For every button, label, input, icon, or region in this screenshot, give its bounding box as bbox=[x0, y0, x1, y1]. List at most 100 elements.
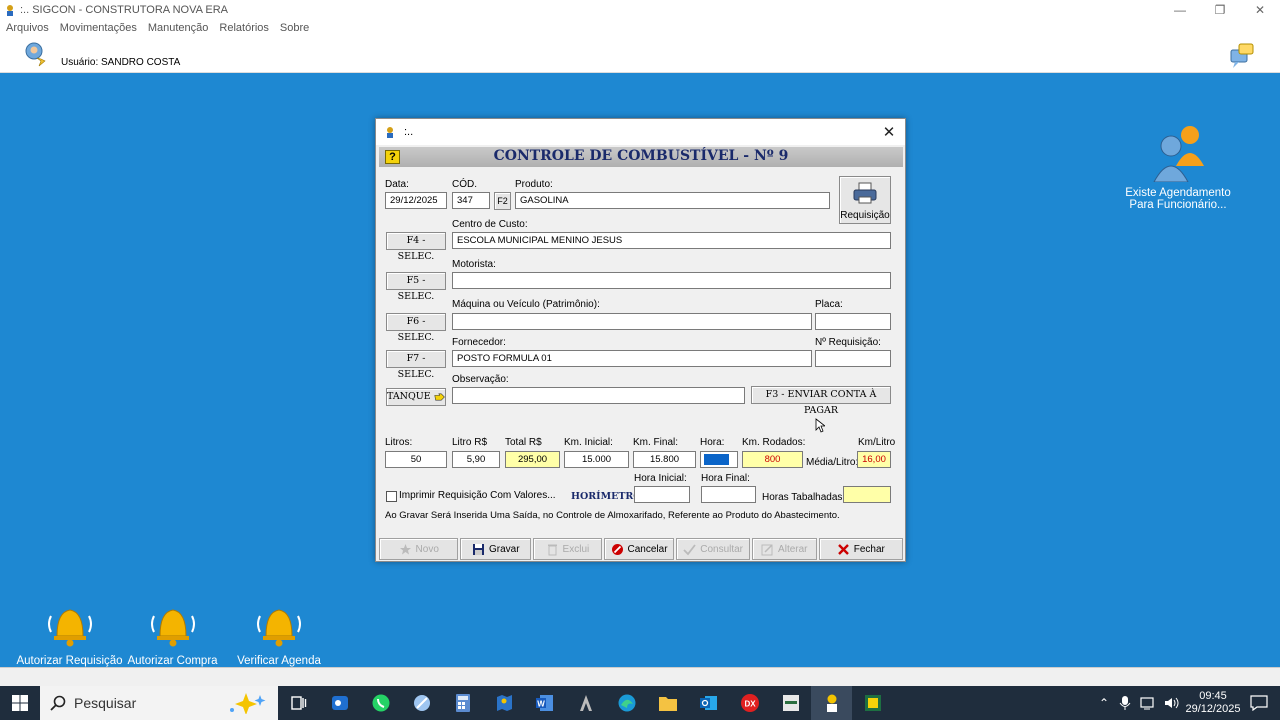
start-button[interactable] bbox=[0, 686, 40, 720]
hora-final-field[interactable] bbox=[701, 486, 756, 503]
f6-select-button[interactable]: F6 - SELEC. bbox=[386, 313, 446, 343]
km-final-field[interactable]: 15.800 bbox=[633, 451, 696, 468]
imprimir-checkbox[interactable] bbox=[386, 491, 397, 502]
maquina-field[interactable] bbox=[452, 313, 812, 330]
menu-sobre[interactable]: Sobre bbox=[280, 22, 309, 34]
dx-app-icon[interactable]: DX bbox=[729, 686, 770, 720]
produto-field[interactable]: GASOLINA bbox=[515, 192, 830, 209]
cancelar-button[interactable]: Cancelar bbox=[603, 538, 675, 560]
km-inicial-field[interactable]: 15.000 bbox=[564, 451, 629, 468]
requisicao-button[interactable]: Requisição bbox=[839, 176, 891, 224]
app-titlebar: :.. SIGCON - CONSTRUTORA NOVA ERA — ❐ ✕ bbox=[0, 0, 1280, 19]
windows-icon bbox=[12, 695, 28, 711]
shortcut-verificar-agenda[interactable]: Verificar Agenda bbox=[234, 602, 324, 667]
menu-manutencao[interactable]: Manutenção bbox=[148, 22, 209, 34]
microphone-icon[interactable] bbox=[1118, 695, 1132, 711]
alterar-label: Alterar bbox=[778, 543, 808, 555]
svg-text:DX: DX bbox=[744, 700, 756, 709]
horas-tabalhadas-field bbox=[843, 486, 891, 503]
shortcut-autorizar-compra[interactable]: Autorizar Compra bbox=[125, 602, 220, 667]
f5-select-button[interactable]: F5 - SELEC. bbox=[386, 272, 446, 302]
close-window-icon[interactable]: ✕ bbox=[1240, 0, 1280, 19]
clock[interactable]: 09:45 29/12/2025 bbox=[1184, 690, 1242, 716]
excel-app-icon[interactable] bbox=[852, 686, 893, 720]
dialog-close-icon[interactable]: ✕ bbox=[881, 123, 897, 141]
shortcut-autorizar-requisicao[interactable]: Autorizar Requisição bbox=[16, 602, 123, 667]
task-view-icon[interactable] bbox=[278, 686, 319, 720]
search-placeholder: Pesquisar bbox=[74, 695, 137, 711]
app-icon bbox=[387, 127, 393, 138]
hora-inicial-field[interactable] bbox=[634, 486, 690, 503]
menu-relatorios[interactable]: Relatórios bbox=[219, 22, 269, 34]
centro-custo-field[interactable]: ESCOLA MUNICIPAL MENINO JESUS bbox=[452, 232, 891, 249]
svg-text:W: W bbox=[537, 700, 545, 709]
motorista-field[interactable] bbox=[452, 272, 891, 289]
nr-requisicao-field[interactable] bbox=[815, 350, 891, 367]
placa-field[interactable] bbox=[815, 313, 891, 330]
litro-rs-field[interactable]: 5,90 bbox=[452, 451, 500, 468]
sparkles-icon bbox=[230, 693, 266, 714]
taskbar-search[interactable]: Pesquisar bbox=[40, 686, 278, 720]
exclui-label: Exclui bbox=[562, 543, 590, 555]
pointing-hand-icon bbox=[434, 393, 445, 401]
dialog-title: :.. bbox=[404, 126, 414, 138]
network-icon[interactable] bbox=[1140, 696, 1156, 710]
edge-icon[interactable] bbox=[606, 686, 647, 720]
f2-button[interactable]: F2 bbox=[494, 192, 511, 210]
whatsapp-icon[interactable] bbox=[360, 686, 401, 720]
exclui-button[interactable]: Exclui bbox=[533, 538, 602, 560]
notifications-icon[interactable] bbox=[1250, 695, 1268, 711]
f3-enviar-conta-button[interactable]: F3 - ENVIAR CONTA À PAGAR bbox=[751, 386, 891, 416]
observacao-field[interactable] bbox=[452, 387, 745, 404]
dialog-header: CONTROLE DE COMBUSTÍVEL - Nº 9 bbox=[493, 148, 789, 164]
close-icon bbox=[837, 543, 849, 555]
app-icon-document[interactable] bbox=[770, 686, 811, 720]
calculator-icon[interactable] bbox=[442, 686, 483, 720]
fuel-control-dialog: :.. ✕ CONTROLE DE COMBUSTÍVEL - Nº 9 ? D… bbox=[375, 118, 906, 562]
help-icon[interactable]: ? bbox=[385, 150, 400, 164]
volume-icon[interactable] bbox=[1164, 696, 1180, 710]
people-icon bbox=[1153, 126, 1204, 183]
sigcon-app-icon[interactable] bbox=[811, 686, 852, 720]
hora-selection bbox=[704, 454, 729, 465]
user-bar: Usuário: SANDRO COSTA bbox=[0, 36, 1280, 73]
minimize-icon[interactable]: — bbox=[1160, 0, 1200, 19]
restore-icon[interactable]: ❐ bbox=[1200, 0, 1240, 19]
cancelar-label: Cancelar bbox=[627, 543, 668, 555]
cod-label: CÓD. bbox=[452, 179, 477, 190]
gravar-button[interactable]: Gravar bbox=[460, 538, 532, 560]
fornecedor-field[interactable]: POSTO FORMULA 01 bbox=[452, 350, 812, 367]
novo-button[interactable]: Novo bbox=[379, 538, 459, 560]
cod-field[interactable]: 347 bbox=[452, 192, 490, 209]
alterar-button[interactable]: Alterar bbox=[751, 538, 817, 560]
file-explorer-icon[interactable] bbox=[647, 686, 688, 720]
bell-icon bbox=[47, 609, 92, 647]
outlook-icon[interactable] bbox=[688, 686, 729, 720]
user-icon[interactable] bbox=[23, 42, 47, 68]
f4-select-button[interactable]: F4 - SELEC. bbox=[386, 232, 446, 262]
tray-chevron-icon[interactable]: ⌃ bbox=[1094, 696, 1114, 710]
menu-arquivos[interactable]: Arquivos bbox=[6, 22, 49, 34]
app-title: :.. SIGCON - CONSTRUTORA NOVA ERA bbox=[20, 3, 229, 16]
hora-inicial-label: Hora Inicial: bbox=[634, 473, 687, 484]
chat-icon[interactable] bbox=[1227, 42, 1255, 70]
trash-icon bbox=[547, 544, 557, 555]
app-icon-pen[interactable] bbox=[401, 686, 442, 720]
consultar-button[interactable]: Consultar bbox=[676, 538, 750, 560]
fechar-button[interactable]: Fechar bbox=[818, 538, 903, 560]
agenda-notice[interactable]: Existe Agendamento Para Funcionário... bbox=[1122, 122, 1234, 211]
tanque-button[interactable]: TANQUE bbox=[386, 388, 446, 406]
outlook-mail-icon[interactable] bbox=[319, 686, 360, 720]
requisicao-label: Requisição bbox=[840, 210, 890, 221]
km-litro-field: 16,00 bbox=[857, 451, 891, 468]
gravar-label: Gravar bbox=[488, 543, 520, 555]
maps-icon[interactable] bbox=[483, 686, 524, 720]
menu-movimentacoes[interactable]: Movimentações bbox=[60, 22, 137, 34]
km-rodados-field: 800 bbox=[742, 451, 803, 468]
f7-select-button[interactable]: F7 - SELEC. bbox=[386, 350, 446, 380]
data-field[interactable]: 29/12/2025 bbox=[385, 192, 447, 209]
dialog-titlebar: :.. ✕ bbox=[376, 119, 905, 145]
word-icon[interactable]: W bbox=[524, 686, 565, 720]
app-icon-figure[interactable] bbox=[565, 686, 606, 720]
litros-field[interactable]: 50 bbox=[385, 451, 447, 468]
